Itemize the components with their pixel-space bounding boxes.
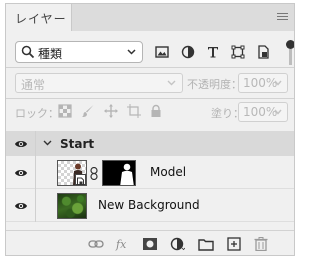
mask-silhouette-image xyxy=(120,163,134,185)
mask-link-icon[interactable] xyxy=(90,167,98,180)
chevron-down-icon[interactable] xyxy=(43,140,52,146)
type-filter-icon[interactable] xyxy=(205,44,221,60)
link-layers-icon[interactable] xyxy=(88,237,104,251)
visibility-eye-icon[interactable] xyxy=(14,168,28,178)
svg-text:fx: fx xyxy=(115,238,127,251)
layer-thumbnail[interactable] xyxy=(57,193,87,219)
opacity-field[interactable]: 100% xyxy=(238,73,288,93)
visibility-eye-icon[interactable] xyxy=(14,201,28,211)
layer-style-fx-icon[interactable]: fx xyxy=(115,237,131,251)
lock-transparent-icon[interactable] xyxy=(58,104,72,118)
lock-artboard-icon[interactable] xyxy=(127,104,141,118)
smart-object-filter-icon[interactable] xyxy=(255,44,271,60)
opacity-label: 不透明度： xyxy=(187,78,242,91)
divider xyxy=(6,98,294,99)
layer-name: Model xyxy=(150,165,187,179)
filter-kind-label: 種類 xyxy=(38,47,63,61)
divider xyxy=(35,156,36,189)
chevron-down-icon xyxy=(274,80,282,86)
smart-object-badge-icon xyxy=(75,174,86,185)
fill-field[interactable]: 100% xyxy=(238,102,288,122)
panel-footer: fx xyxy=(6,230,294,255)
chevron-down-icon xyxy=(274,109,282,115)
chevron-down-icon xyxy=(167,80,176,86)
lock-image-icon[interactable] xyxy=(81,104,95,118)
delete-layer-icon[interactable] xyxy=(253,237,269,251)
layer-row-model[interactable]: Model xyxy=(6,156,294,189)
lock-all-icon[interactable] xyxy=(149,104,163,118)
divider xyxy=(35,131,36,156)
layers-panel: レイヤー 種類 通常 不透明度： 100% ロック： 塗り： 100% Star… xyxy=(5,3,295,256)
adjustment-filter-icon[interactable] xyxy=(180,44,196,60)
new-layer-icon[interactable] xyxy=(226,237,242,251)
layer-group-row[interactable]: Start xyxy=(6,131,294,156)
chevron-down-icon xyxy=(127,49,136,55)
image-filter-icon[interactable] xyxy=(154,44,170,60)
group-name: Start xyxy=(60,137,95,151)
visibility-eye-icon[interactable] xyxy=(14,139,28,149)
hamburger-menu-icon[interactable] xyxy=(277,13,288,22)
divider xyxy=(6,67,294,68)
layer-mask-thumbnail[interactable] xyxy=(102,160,136,186)
filter-kind-select[interactable]: 種類 xyxy=(15,41,143,63)
layer-row-new-background[interactable]: New Background xyxy=(6,189,294,222)
layer-name: New Background xyxy=(98,198,200,212)
search-icon xyxy=(21,45,35,59)
blend-mode-select[interactable]: 通常 xyxy=(15,73,183,93)
opacity-value: 100% xyxy=(243,76,278,90)
fill-value: 100% xyxy=(243,105,278,119)
layer-thumbnail[interactable] xyxy=(57,160,87,186)
adjustment-layer-icon[interactable] xyxy=(169,237,185,251)
shape-filter-icon[interactable] xyxy=(230,44,246,60)
tab-layers[interactable]: レイヤー xyxy=(6,4,72,31)
blend-mode-value: 通常 xyxy=(21,78,46,92)
add-mask-icon[interactable] xyxy=(142,237,158,251)
lock-label: ロック： xyxy=(15,107,59,120)
lock-position-icon[interactable] xyxy=(104,104,118,118)
filter-toggle-switch[interactable] xyxy=(285,40,294,66)
new-group-icon[interactable] xyxy=(198,237,214,251)
divider xyxy=(35,189,36,222)
panel-tab-bar: レイヤー xyxy=(6,4,294,31)
